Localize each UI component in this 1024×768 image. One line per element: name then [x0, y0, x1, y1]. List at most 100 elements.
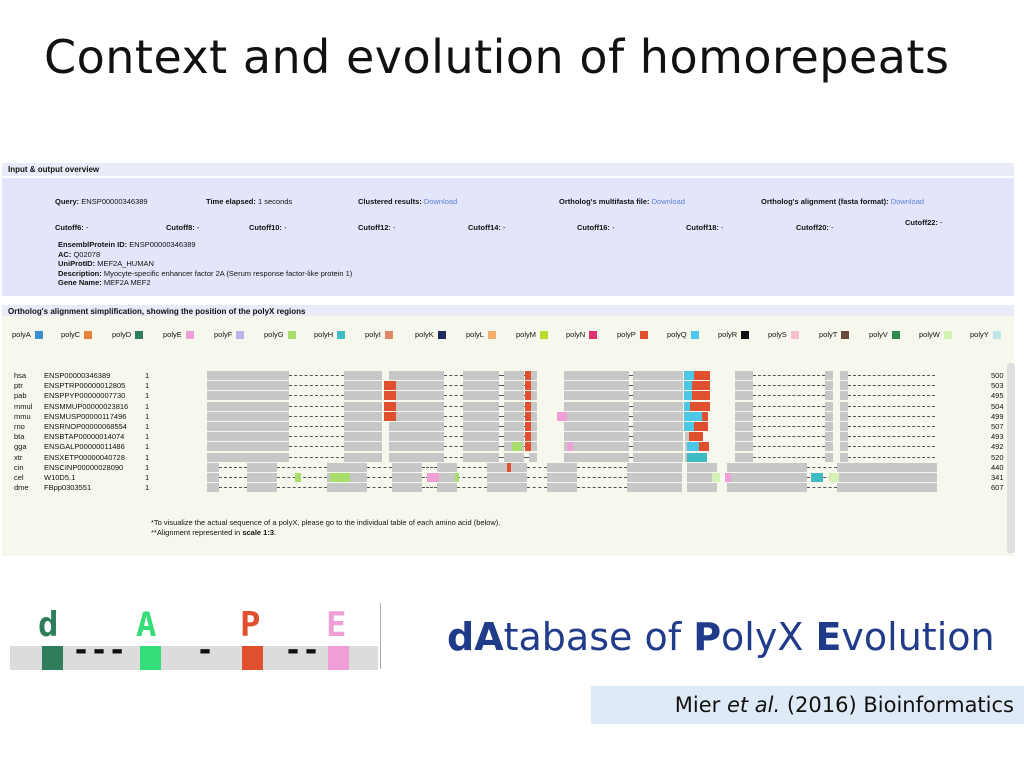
aligned-segment: [207, 401, 289, 411]
protein-id[interactable]: FBpp0303551: [44, 483, 91, 492]
polyh-region[interactable]: [687, 452, 707, 462]
start-position: 1: [145, 462, 150, 472]
polyh-region[interactable]: [811, 473, 823, 482]
polyp-region[interactable]: [384, 411, 396, 421]
polyp-region[interactable]: [525, 442, 531, 452]
polyp-region[interactable]: [525, 411, 531, 421]
legend-label: polyD: [112, 330, 132, 339]
polyw-region[interactable]: [712, 473, 720, 482]
protein-id[interactable]: ENSP00000346389: [44, 371, 110, 380]
polye-region[interactable]: [557, 411, 567, 421]
polyp-region[interactable]: [525, 432, 531, 442]
alignment-download-link[interactable]: Download: [891, 197, 924, 206]
polyp-region[interactable]: [384, 391, 396, 401]
protein-id[interactable]: ENSCINP00000028090: [44, 463, 123, 472]
protein-id[interactable]: ENSBTAP00000014074: [44, 432, 124, 441]
polyp-region[interactable]: [690, 401, 710, 411]
polyq-region[interactable]: [687, 442, 699, 452]
species-code: mmu: [14, 411, 31, 421]
polyp-region[interactable]: [525, 371, 531, 380]
sequence-length: 341: [991, 473, 1004, 482]
gap-line: [219, 487, 247, 489]
citation: Mier et al. (2016) Bioinformatics: [591, 686, 1024, 724]
cutoff22: Cutoff22: -: [905, 218, 943, 227]
protein-id[interactable]: ENSMUSP00000117496: [44, 412, 126, 421]
aligned-segment: [389, 411, 444, 421]
sequence-length: 495: [991, 391, 1004, 401]
aligned-segment: [840, 452, 848, 462]
polyp-region[interactable]: [694, 371, 710, 380]
polyp-region[interactable]: [694, 422, 708, 431]
legend-polys: polyS: [768, 330, 799, 339]
polyq-region[interactable]: [684, 381, 692, 391]
gap-line: [444, 436, 463, 438]
aligned-segment: [840, 371, 848, 380]
vertical-scrollbar[interactable]: [1007, 363, 1015, 553]
polye-region[interactable]: [725, 473, 731, 482]
polyq-region[interactable]: [684, 411, 702, 421]
polyp-region[interactable]: [525, 401, 531, 411]
polyg-region[interactable]: [512, 442, 522, 452]
aligned-segment: [327, 483, 367, 493]
protein-id[interactable]: ENSPPYP00000007730: [44, 391, 125, 400]
polyw-region[interactable]: [829, 473, 839, 482]
polyp-region[interactable]: [384, 401, 396, 411]
legend-swatch: [540, 330, 549, 339]
alignment-track: [207, 473, 939, 482]
multifasta-download-link[interactable]: Download: [652, 197, 685, 206]
protein-id[interactable]: ENSPTRP00000012805: [44, 381, 125, 390]
protein-id[interactable]: ENSMMUP00000023816: [44, 402, 128, 411]
aligned-segment: [727, 473, 807, 482]
gene-name: Gene Name: MEF2A MEF2: [58, 278, 151, 287]
protein-id[interactable]: ENSRNOP00000068554: [44, 422, 127, 431]
protein-id[interactable]: ENSGALP00000011486: [44, 442, 125, 451]
legend-swatch: [841, 330, 850, 339]
polyp-region[interactable]: [525, 391, 531, 401]
gap-line: [422, 466, 437, 468]
legend-polya: polyA: [12, 330, 43, 339]
polyg-region[interactable]: [295, 473, 301, 482]
aligned-segment: [837, 462, 937, 472]
gap-line: [848, 415, 935, 417]
cutoff18: Cutoff18: -: [686, 223, 724, 232]
gap-line: [289, 395, 344, 397]
polye-region[interactable]: [567, 442, 573, 452]
clustered-download-link[interactable]: Download: [424, 197, 457, 206]
cutoff20: Cutoff20: -: [796, 223, 834, 232]
polyq-region[interactable]: [684, 422, 694, 431]
gap-line: [753, 385, 825, 387]
species-code: mmul: [14, 401, 33, 411]
polyp-region[interactable]: [525, 381, 531, 391]
aligned-segment: [487, 483, 527, 493]
polyq-region[interactable]: [684, 391, 692, 401]
polyp-region[interactable]: [699, 442, 709, 452]
gap-line: [848, 456, 935, 458]
legend-polyf: polyF: [214, 330, 245, 339]
polyg-region[interactable]: [455, 473, 459, 482]
polyq-region[interactable]: [684, 371, 694, 380]
gap-line: [444, 415, 463, 417]
polyp-region[interactable]: [692, 391, 710, 401]
legend-label: polyA: [12, 330, 31, 339]
polyp-region[interactable]: [702, 411, 708, 421]
alignment-track: [207, 452, 939, 462]
polye-region[interactable]: [427, 473, 439, 482]
polyp-region[interactable]: [525, 422, 531, 431]
polyp-region[interactable]: [384, 381, 396, 391]
polyp-region[interactable]: [692, 381, 710, 391]
polyp-region[interactable]: [689, 432, 703, 442]
polyp-region[interactable]: [507, 462, 511, 472]
legend-swatch: [185, 330, 194, 339]
logo-square-e: [328, 646, 349, 670]
aligned-segment: [564, 432, 629, 442]
sequence-length: 440: [991, 462, 1004, 472]
legend-swatch: [992, 330, 1001, 339]
protein-id[interactable]: W10D5.1: [44, 473, 75, 482]
gap-line: [289, 415, 344, 417]
aligned-segment: [437, 462, 457, 472]
protein-id[interactable]: ENSXETP00000040728: [44, 453, 125, 462]
polyg-region[interactable]: [330, 473, 350, 482]
sequence-length: 493: [991, 432, 1004, 442]
legend-label: polyG: [264, 330, 284, 339]
aligned-segment: [463, 401, 499, 411]
